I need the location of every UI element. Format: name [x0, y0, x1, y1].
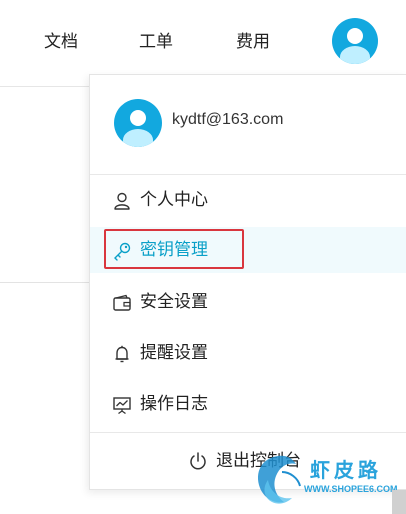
avatar-body — [123, 129, 153, 147]
scrollbar-fragment — [392, 490, 406, 514]
menu-item-label: 提醒设置 — [140, 343, 208, 362]
user-dropdown-menu: kydtf@163.com 个人中心 密钥管理 安全设置 提醒设置 操作日志 退… — [89, 74, 406, 490]
user-email: kydtf@163.com — [172, 111, 284, 128]
user-avatar-button[interactable] — [332, 18, 378, 64]
watermark-url: WWW.SHOPEE6.COM — [304, 484, 398, 494]
menu-item-label: 操作日志 — [140, 394, 208, 413]
avatar-head — [347, 28, 363, 44]
chart-board-icon — [113, 397, 131, 415]
user-icon — [114, 192, 130, 210]
nav-docs[interactable]: 文档 — [44, 30, 78, 54]
shrimp-logo-icon — [258, 455, 301, 504]
menu-item-label: 个人中心 — [140, 190, 208, 209]
bell-icon — [115, 345, 129, 363]
watermark: 虾皮路 WWW.SHOPEE6.COM — [248, 448, 406, 514]
menu-item-operation-log[interactable]: 操作日志 — [90, 381, 406, 427]
nav-costs[interactable]: 费用 — [236, 30, 270, 54]
avatar-body — [340, 46, 370, 64]
nav-tickets[interactable]: 工单 — [139, 30, 173, 54]
menu-item-profile[interactable]: 个人中心 — [90, 177, 406, 223]
menu-item-security-settings[interactable]: 安全设置 — [90, 279, 406, 325]
power-icon — [190, 452, 206, 470]
avatar-head — [130, 110, 146, 126]
wallet-icon — [113, 294, 131, 311]
menu-item-reminder-settings[interactable]: 提醒设置 — [90, 330, 406, 376]
avatar — [114, 99, 162, 147]
watermark-text: 虾皮路 — [310, 458, 382, 482]
dropdown-divider — [90, 432, 406, 433]
dropdown-header: kydtf@163.com — [90, 75, 406, 175]
menu-item-label: 安全设置 — [140, 292, 208, 311]
highlight-annotation-box — [104, 229, 244, 269]
background-divider — [0, 282, 90, 283]
